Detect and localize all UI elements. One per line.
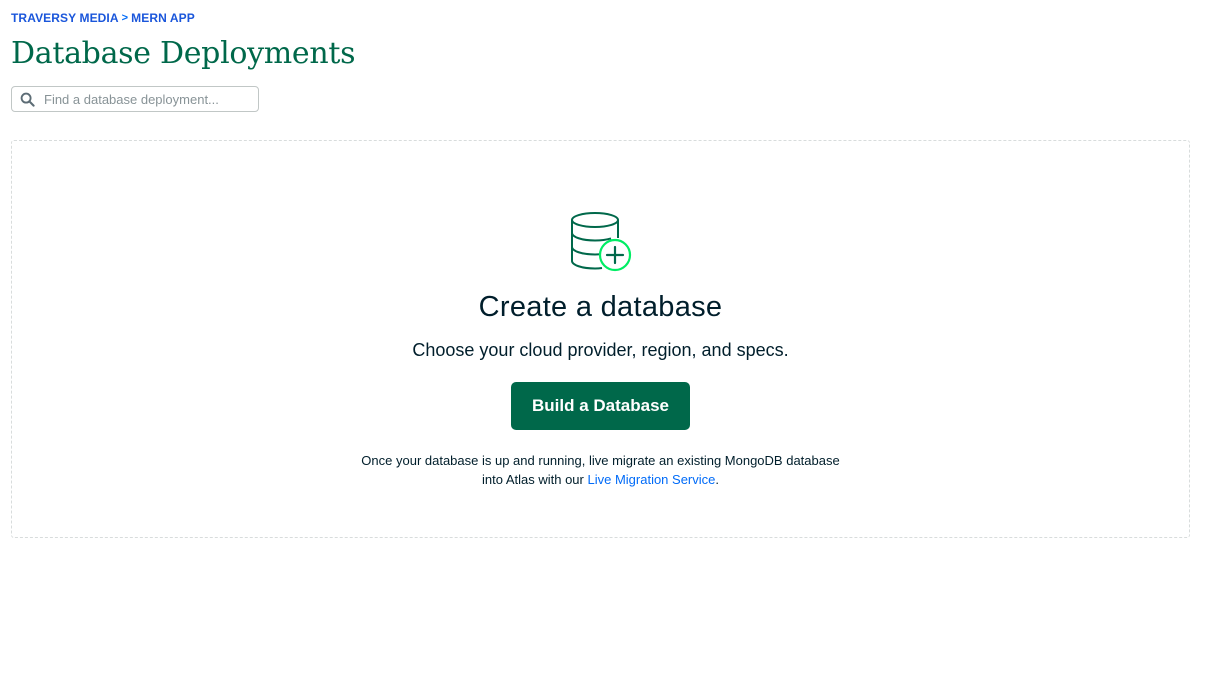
search-field[interactable] bbox=[11, 86, 259, 112]
breadcrumb-separator: > bbox=[121, 12, 129, 24]
page-title: Database Deployments bbox=[11, 36, 356, 71]
breadcrumb: TRAVERSY MEDIA > MERN APP bbox=[11, 11, 195, 25]
create-database-card: Create a database Choose your cloud prov… bbox=[11, 140, 1190, 538]
breadcrumb-project-link[interactable]: MERN APP bbox=[131, 11, 195, 25]
database-add-icon bbox=[569, 211, 633, 273]
migration-note-prefix: into Atlas with our bbox=[481, 472, 588, 487]
search-icon bbox=[19, 91, 35, 107]
migration-note-line2: into Atlas with our Live Migration Servi… bbox=[12, 470, 1189, 489]
migration-note: Once your database is up and running, li… bbox=[12, 451, 1189, 489]
build-database-button[interactable]: Build a Database bbox=[511, 382, 690, 430]
live-migration-service-link[interactable]: Live Migration Service bbox=[587, 472, 715, 487]
create-database-title: Create a database bbox=[478, 291, 723, 323]
search-input[interactable] bbox=[44, 91, 244, 107]
page: TRAVERSY MEDIA > MERN APP Database Deplo… bbox=[0, 0, 1209, 675]
create-database-subtitle: Choose your cloud provider, region, and … bbox=[412, 340, 789, 360]
migration-note-suffix: . bbox=[715, 472, 719, 487]
migration-note-line1: Once your database is up and running, li… bbox=[361, 453, 840, 468]
breadcrumb-org-link[interactable]: TRAVERSY MEDIA bbox=[11, 11, 119, 25]
